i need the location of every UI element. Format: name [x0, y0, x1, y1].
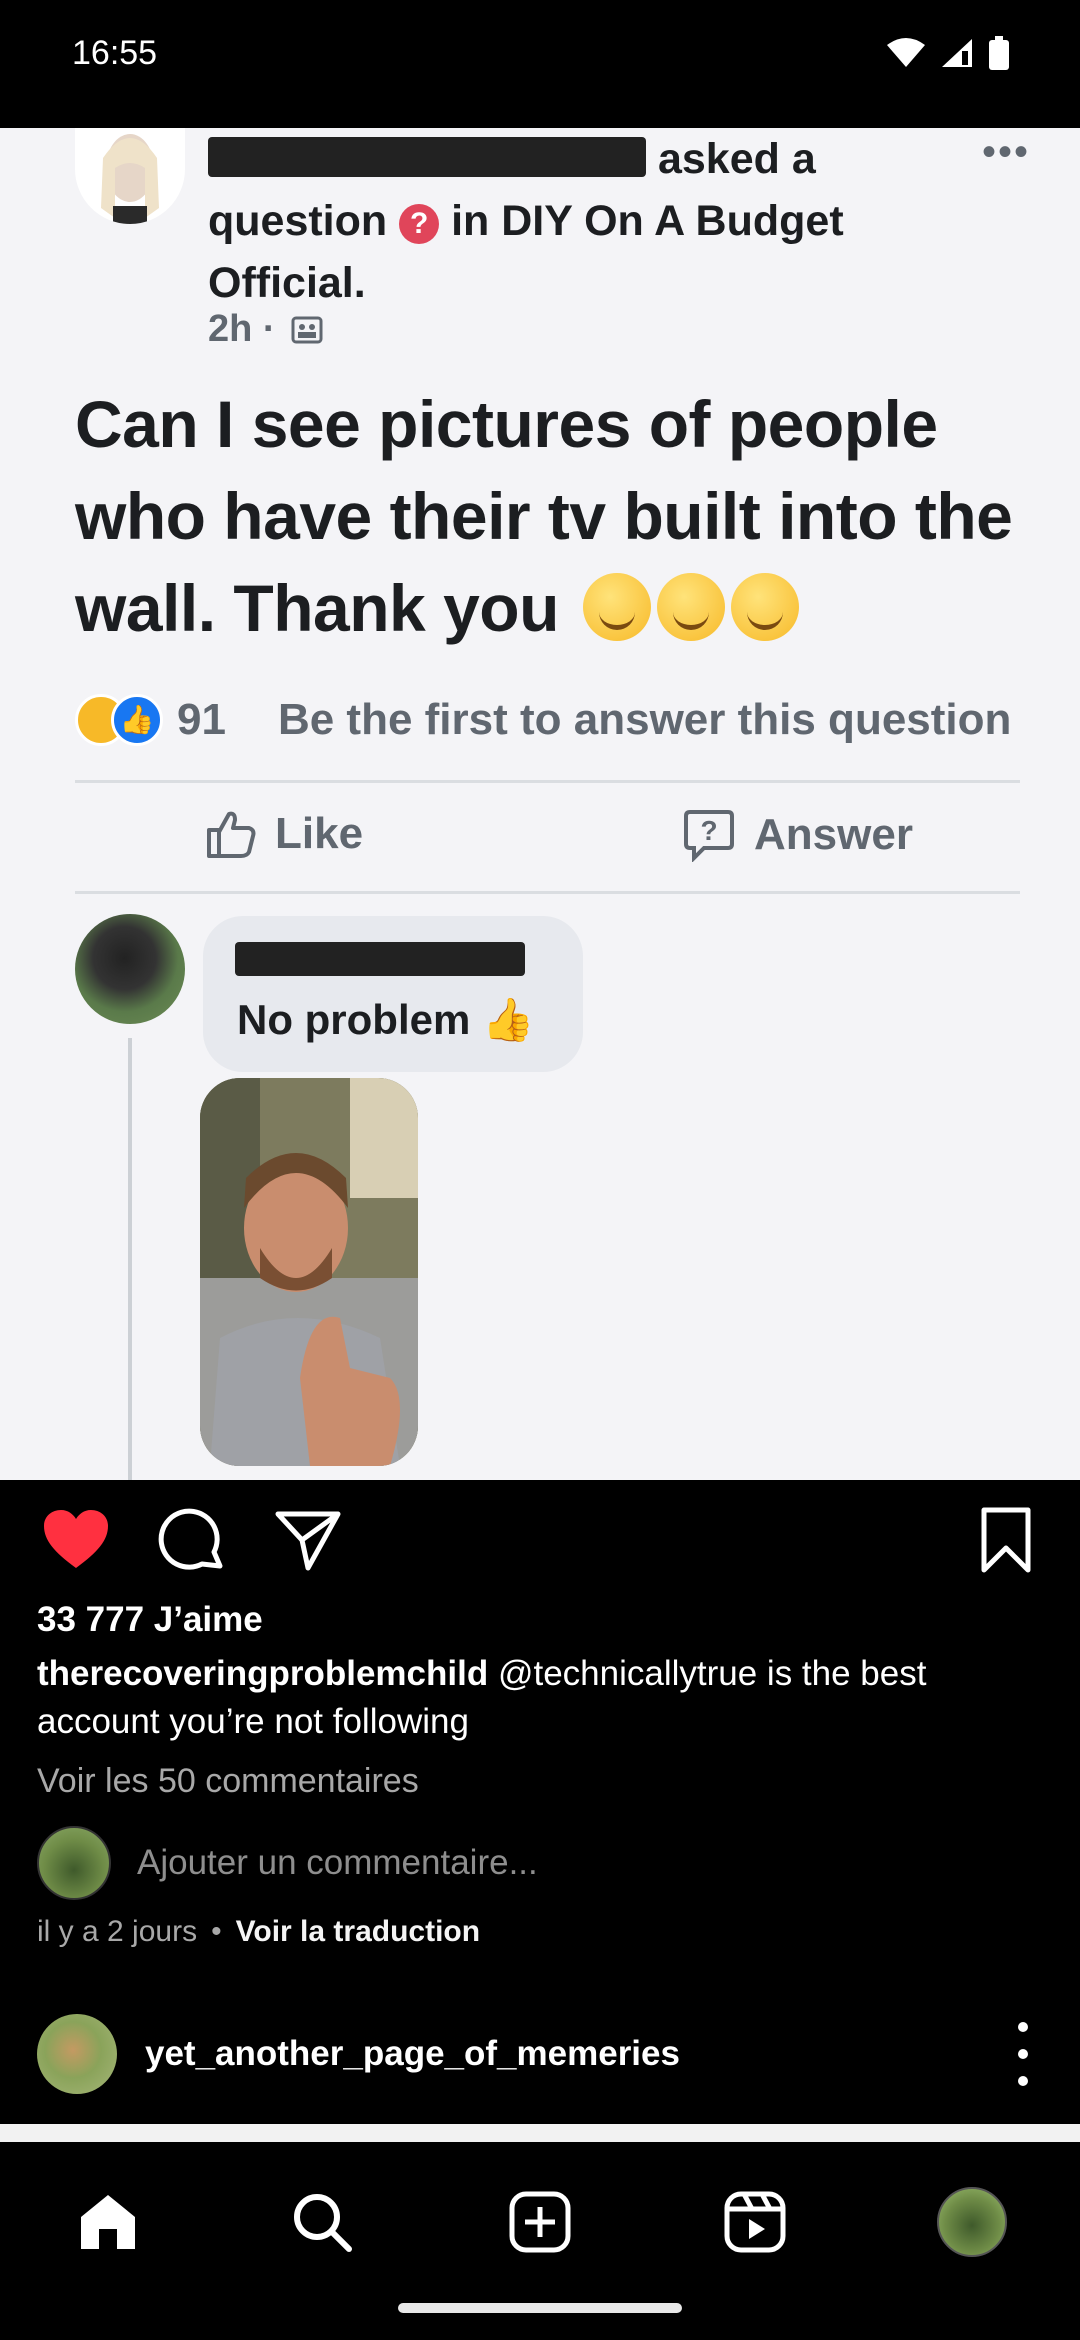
fb-comment-text: No problem 👍: [237, 996, 535, 1043]
like-heart-icon[interactable]: [40, 1504, 112, 1576]
battery-icon: [989, 36, 1009, 70]
like-reaction-icon: 👍: [111, 694, 163, 746]
search-icon: [294, 2194, 352, 2252]
likes-count[interactable]: 33 777 J’aime: [37, 1600, 263, 1640]
avatar[interactable]: [37, 2014, 117, 2094]
nav-home[interactable]: [68, 2182, 148, 2262]
create-icon: [509, 2191, 571, 2253]
fb-comment-photo: [200, 1078, 418, 1466]
translate-link[interactable]: Voir la traduction: [236, 1915, 480, 1949]
signal-icon: [942, 39, 972, 67]
wifi-icon: [887, 38, 925, 67]
fb-comment-bubble: No problem 👍: [203, 916, 583, 1072]
answer-bubble-icon: ?: [684, 810, 734, 862]
nav-search[interactable]: [282, 2182, 362, 2262]
reels-icon: [724, 2191, 786, 2253]
redacted-name: [208, 137, 646, 177]
next-post-username[interactable]: yet_another_page_of_memeries: [145, 2034, 680, 2074]
fb-divider: [75, 780, 1020, 783]
reaction-count: 91: [177, 695, 226, 744]
add-comment-row[interactable]: Ajouter un commentaire...: [37, 1826, 538, 1900]
profile-avatar: [937, 2187, 1007, 2257]
caption-username[interactable]: therecoveringproblemchild: [37, 1654, 488, 1693]
fb-answer-action: ? Answer: [682, 808, 913, 862]
first-answer-text: Be the first to answer this question: [277, 695, 1012, 744]
header-group: in DIY On A Budget: [451, 197, 844, 245]
fb-divider: [75, 891, 1020, 894]
smile-emoji-icon: [730, 573, 799, 641]
header-asked: asked a: [657, 135, 816, 183]
smile-emoji-icon: [582, 573, 651, 641]
nav-profile[interactable]: [932, 2182, 1012, 2262]
add-comment-input[interactable]: Ajouter un commentaire...: [137, 1843, 538, 1883]
fb-post-time: 2h ·: [208, 308, 324, 351]
home-icon: [81, 2195, 135, 2249]
fb-commenter-avatar: [75, 914, 185, 1024]
bookmark-icon[interactable]: [970, 1504, 1042, 1576]
thumbs-up-icon: [207, 811, 256, 858]
post-actions: [0, 1480, 1080, 1600]
fb-screenshot: ••• asked a question ? in DIY On A Budge…: [0, 128, 1080, 1480]
redacted-commenter-name: [235, 942, 525, 976]
fb-thread-line: [128, 1038, 132, 1480]
next-post-media-edge: [0, 2124, 1080, 2142]
nav-reels[interactable]: [715, 2182, 795, 2262]
status-icons: [886, 36, 1010, 70]
fb-poster-avatar: [75, 128, 185, 224]
header-group-suffix: Official.: [208, 259, 366, 307]
home-indicator[interactable]: [398, 2303, 682, 2313]
smile-emoji-icon: [656, 573, 725, 641]
next-post-header: yet_another_page_of_memeries: [37, 2014, 1047, 2094]
fb-more-icon: •••: [981, 130, 1030, 174]
separator-dot: •: [211, 1915, 222, 1948]
caption: therecoveringproblemchild @technicallytr…: [37, 1650, 1017, 1746]
post-image[interactable]: ••• asked a question ? in DIY On A Budge…: [0, 128, 1080, 1480]
fb-post-header: asked a question ? in DIY On A Budget Of…: [208, 128, 968, 314]
nav-create[interactable]: [500, 2182, 580, 2262]
post-meta: il y a 2 jours • Voir la traduction: [37, 1915, 480, 1949]
fb-reactions: 👍 91 Be the first to answer this questio…: [75, 694, 1011, 746]
status-time: 16:55: [72, 34, 158, 72]
share-icon[interactable]: [272, 1504, 344, 1576]
thumbs-up-emoji-icon: 👍: [482, 996, 535, 1043]
group-icon: [291, 316, 323, 344]
status-bar: 16:55: [0, 0, 1080, 108]
avatar: [37, 1826, 111, 1900]
question-badge-icon: ?: [399, 204, 440, 244]
post-time: il y a 2 jours: [37, 1915, 198, 1948]
comment-icon[interactable]: [156, 1504, 228, 1576]
svg-text:?: ?: [700, 815, 717, 846]
fb-question: Can I see pictures of people who have th…: [75, 387, 1013, 645]
fb-like-action: Like: [205, 808, 363, 860]
header-question: question: [208, 197, 388, 245]
more-options-icon[interactable]: [1013, 2022, 1033, 2086]
view-comments-link[interactable]: Voir les 50 commentaires: [37, 1762, 419, 1801]
